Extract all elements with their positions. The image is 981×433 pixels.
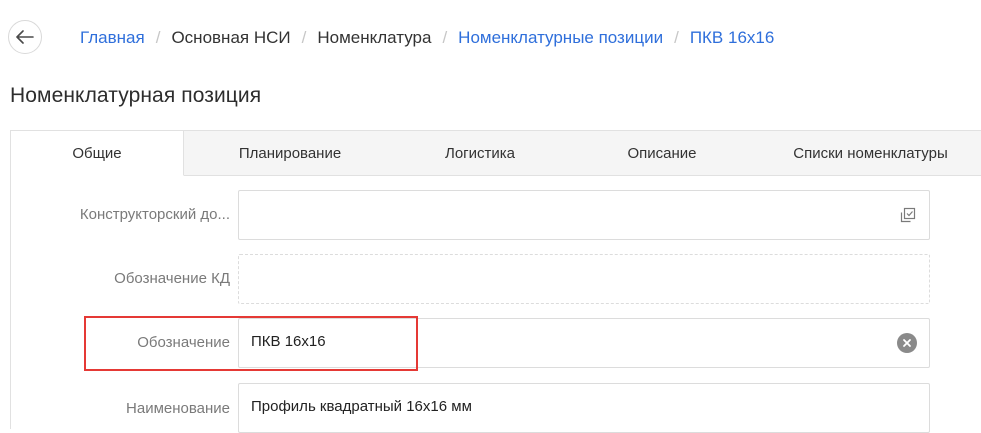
breadcrumb-item-current[interactable]: ПКВ 16x16 <box>690 28 775 48</box>
tab-description[interactable]: Описание <box>564 130 760 176</box>
breadcrumb-separator: / <box>442 28 448 47</box>
designation-clear-button[interactable] <box>897 333 917 353</box>
breadcrumb-separator: / <box>155 28 161 47</box>
breadcrumb-item-nomenclature-positions[interactable]: Номенклатурные позиции <box>458 28 663 48</box>
breadcrumb-separator: / <box>301 28 307 47</box>
breadcrumb-item-main-nsi: Основная НСИ <box>171 28 291 47</box>
tab-label: Планирование <box>238 144 342 162</box>
tab-label: Списки номенклатуры <box>793 144 948 162</box>
clear-circle-icon <box>903 339 911 347</box>
page-title: Номенклатурная позиция <box>10 84 262 107</box>
designation-label: Обозначение <box>137 334 230 351</box>
back-button[interactable] <box>8 20 42 54</box>
tab-bar: Общие Планирование Логистика Описание Сп… <box>10 130 981 176</box>
designation-value: ПКВ 16x16 <box>251 333 326 350</box>
name-value: Профиль квадратный 16x16 мм <box>251 398 472 415</box>
breadcrumb-separator: / <box>674 28 679 47</box>
tab-label: Логистика <box>444 144 516 162</box>
tab-label: Описание <box>627 144 697 162</box>
name-field[interactable]: Профиль квадратный 16x16 мм <box>238 383 930 433</box>
open-in-dialog-icon <box>900 207 916 223</box>
tab-general[interactable]: Общие <box>10 130 184 176</box>
breadcrumb: Главная / Основная НСИ / Номенклатура / … <box>80 28 774 48</box>
tab-nomenclature-lists[interactable]: Списки номенклатуры <box>760 130 981 176</box>
kd-designation-field <box>238 254 930 304</box>
breadcrumb-item-home[interactable]: Главная <box>80 28 145 48</box>
breadcrumb-item-nomenclature: Номенклатура <box>317 28 432 47</box>
design-doc-field[interactable] <box>238 190 930 240</box>
tab-planning[interactable]: Планирование <box>184 130 396 176</box>
design-doc-picker-button[interactable] <box>887 191 929 239</box>
name-label: Наименование <box>126 400 230 417</box>
kd-designation-label: Обозначение КД <box>114 270 230 287</box>
arrow-left-icon <box>16 30 34 44</box>
tab-label: Общие <box>72 144 122 162</box>
design-doc-label: Конструкторский до... <box>79 206 230 223</box>
designation-field[interactable]: ПКВ 16x16 <box>238 318 930 368</box>
tab-logistics[interactable]: Логистика <box>396 130 564 176</box>
